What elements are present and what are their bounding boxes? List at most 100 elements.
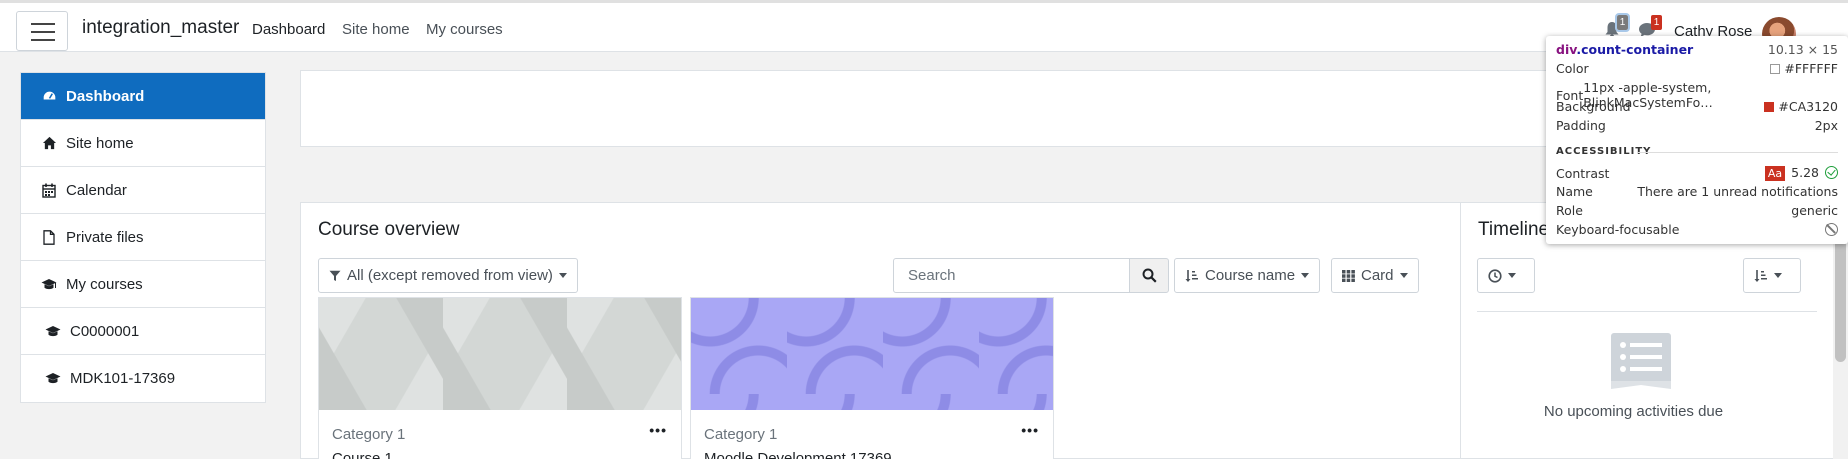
tooltip-value: #FFFFFF bbox=[1784, 61, 1838, 76]
chevron-down-icon bbox=[1774, 273, 1782, 278]
prohibited-icon bbox=[1825, 223, 1838, 236]
tooltip-label: Padding bbox=[1556, 118, 1606, 133]
timeline-empty-message: No upcoming activities due bbox=[1543, 403, 1724, 420]
sidebar-item-label: Calendar bbox=[66, 181, 127, 199]
hamburger-menu-button[interactable] bbox=[16, 11, 68, 51]
sidebar-item-dashboard[interactable]: Dashboard bbox=[21, 73, 265, 120]
calendar-icon bbox=[41, 182, 57, 198]
graduation-cap-icon bbox=[45, 371, 61, 387]
clock-icon bbox=[1488, 268, 1502, 283]
search-placeholder: Search bbox=[908, 267, 956, 284]
course-category: Category 1 bbox=[332, 426, 406, 443]
tooltip-value: #CA3120 bbox=[1778, 99, 1838, 114]
course-name[interactable]: Moodle Development 17369 bbox=[704, 450, 892, 459]
sidebar-item-label: Site home bbox=[66, 134, 134, 152]
tooltip-label: Contrast bbox=[1556, 165, 1610, 181]
tooltip-row-keyboard-focusable: Keyboard-focusable bbox=[1556, 222, 1838, 237]
more-actions-icon[interactable]: ••• bbox=[649, 422, 667, 438]
hamburger-icon-bar bbox=[31, 31, 55, 33]
tooltip-value: There are 1 unread notifications bbox=[1637, 184, 1838, 199]
tooltip-value: 2px bbox=[1814, 118, 1838, 133]
sidebar-item-label: Private files bbox=[66, 228, 144, 246]
devtools-inspect-tooltip: div.count-container 10.13 × 15 Color #FF… bbox=[1546, 36, 1848, 244]
tooltip-header: div.count-container 10.13 × 15 bbox=[1556, 42, 1838, 57]
sidebar-item-site-home[interactable]: Site home bbox=[21, 120, 265, 167]
chevron-down-icon bbox=[1508, 273, 1516, 278]
chevron-down-icon bbox=[558, 273, 567, 278]
tooltip-selector-tag: div bbox=[1556, 42, 1577, 57]
tooltip-row-padding: Padding 2px bbox=[1556, 118, 1838, 133]
tooltip-label: Role bbox=[1556, 203, 1583, 218]
tooltip-row-contrast: Contrast Aa 5.28 bbox=[1556, 165, 1838, 181]
nav-drawer: Dashboard Site home Calendar Private fil… bbox=[20, 72, 266, 403]
sidebar-item-label: My courses bbox=[66, 275, 143, 293]
search-icon bbox=[1142, 268, 1157, 283]
nav-dashboard[interactable]: Dashboard bbox=[252, 21, 325, 38]
sidebar-item-private-files[interactable]: Private files bbox=[21, 214, 265, 261]
course-card[interactable]: Category 1 ••• Course 1 bbox=[318, 297, 682, 459]
grid-icon bbox=[1342, 269, 1355, 282]
course-name[interactable]: Course 1 bbox=[332, 450, 393, 459]
tooltip-value: generic bbox=[1791, 203, 1838, 218]
course-overview-block: Course overview All (except removed from… bbox=[300, 202, 1476, 459]
empty-block bbox=[300, 70, 1560, 147]
sidebar-item-label: Dashboard bbox=[66, 87, 145, 105]
graduation-cap-icon bbox=[41, 276, 57, 292]
sort-icon bbox=[1185, 269, 1198, 282]
grouping-filter-dropdown[interactable]: All (except removed from view) bbox=[318, 258, 578, 293]
color-swatch bbox=[1770, 64, 1781, 74]
site-name[interactable]: integration_master bbox=[82, 17, 239, 39]
tooltip-row-role: Role generic bbox=[1556, 203, 1838, 218]
notification-count-badge: 1 bbox=[1615, 13, 1630, 32]
timeline-title: Timeline bbox=[1478, 219, 1550, 240]
timeline-day-filter-dropdown[interactable] bbox=[1477, 258, 1535, 293]
tooltip-selector-class: .count-container bbox=[1576, 42, 1694, 57]
sort-icon bbox=[1754, 269, 1767, 282]
sidebar-item-course-mdk101[interactable]: MDK101-17369 bbox=[21, 355, 265, 402]
course-overview-title: Course overview bbox=[318, 219, 460, 240]
dashboard-icon bbox=[41, 88, 57, 104]
home-icon bbox=[41, 135, 57, 151]
divider bbox=[1477, 311, 1817, 312]
message-count-badge: 1 bbox=[1651, 15, 1662, 30]
contrast-badge: Aa bbox=[1764, 166, 1786, 181]
tooltip-label: Background bbox=[1556, 99, 1631, 114]
hamburger-icon-bar bbox=[31, 39, 55, 41]
course-image[interactable] bbox=[319, 298, 681, 410]
color-swatch bbox=[1764, 102, 1775, 112]
course-search-input[interactable]: Search bbox=[893, 258, 1130, 293]
tooltip-label: Name bbox=[1556, 184, 1593, 199]
view-dropdown[interactable]: Card bbox=[1331, 258, 1419, 293]
tooltip-row-background: Background #CA3120 bbox=[1556, 99, 1838, 114]
tooltip-dimensions: 10.13 × 15 bbox=[1767, 42, 1838, 57]
tooltip-row-color: Color #FFFFFF bbox=[1556, 61, 1838, 76]
sort-dropdown[interactable]: Course name bbox=[1174, 258, 1321, 293]
file-icon bbox=[41, 229, 57, 245]
tooltip-row-name: Name There are 1 unread notifications bbox=[1556, 184, 1838, 199]
more-actions-icon[interactable]: ••• bbox=[1021, 422, 1039, 438]
divider bbox=[1638, 152, 1838, 153]
hamburger-icon bbox=[31, 23, 55, 25]
nav-my-courses[interactable]: My courses bbox=[426, 21, 503, 38]
sidebar-item-label: MDK101-17369 bbox=[70, 370, 176, 387]
tooltip-label: Keyboard-focusable bbox=[1556, 222, 1680, 237]
sidebar-item-my-courses[interactable]: My courses bbox=[21, 261, 265, 308]
tooltip-value: 5.28 bbox=[1791, 165, 1819, 180]
chevron-down-icon bbox=[1399, 273, 1408, 278]
sidebar-item-label: C0000001 bbox=[70, 322, 140, 340]
sidebar-item-calendar[interactable]: Calendar bbox=[21, 167, 265, 214]
graduation-cap-icon bbox=[45, 323, 61, 339]
timeline-sort-dropdown[interactable] bbox=[1743, 258, 1801, 293]
tooltip-label: Color bbox=[1556, 61, 1589, 76]
course-category: Category 1 bbox=[704, 426, 778, 443]
check-circle-icon bbox=[1825, 166, 1838, 179]
nav-site-home[interactable]: Site home bbox=[342, 21, 410, 38]
search-button[interactable] bbox=[1129, 258, 1169, 293]
course-card[interactable]: Category 1 ••• Moodle Development 17369 bbox=[690, 297, 1054, 459]
sort-label: Course name bbox=[1205, 267, 1296, 284]
empty-list-icon bbox=[1611, 333, 1671, 389]
grouping-filter-label: All (except removed from view) bbox=[347, 267, 553, 284]
sidebar-item-course-c0000001[interactable]: C0000001 bbox=[21, 308, 265, 355]
view-label: Card bbox=[1361, 267, 1394, 284]
course-image[interactable] bbox=[691, 298, 1053, 410]
